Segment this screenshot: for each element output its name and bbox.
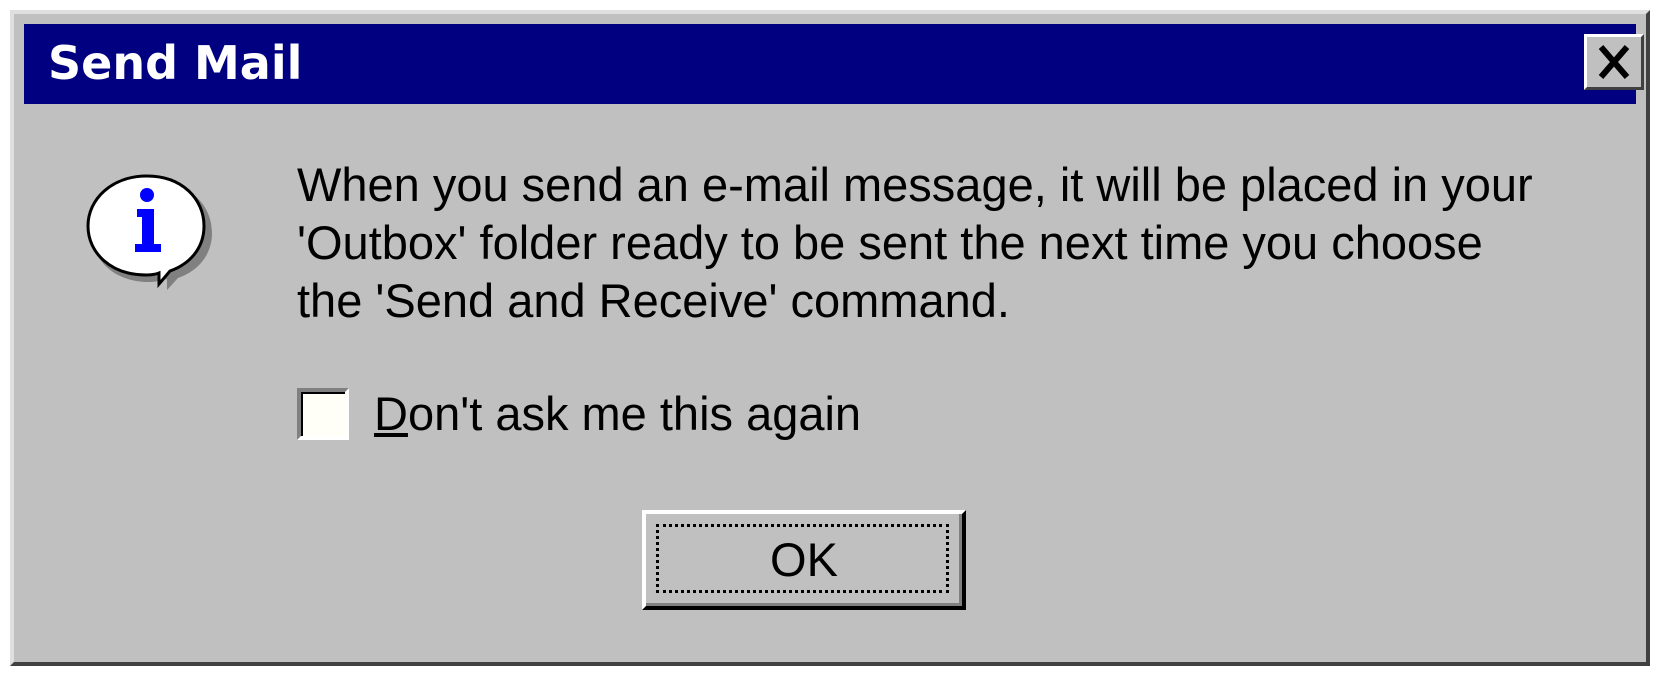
message-line: When you send an e-mail message, it will… <box>297 158 1533 211</box>
checkbox-label-text: on't ask me this again <box>407 387 862 440</box>
message-line: 'Outbox' folder ready to be sent the nex… <box>297 216 1483 269</box>
message-text: When you send an e-mail message, it will… <box>297 156 1597 330</box>
mnemonic-letter: D <box>374 387 408 440</box>
close-button[interactable] <box>1584 34 1644 90</box>
ok-button[interactable]: OK <box>642 510 966 610</box>
dont-ask-again-checkbox[interactable] <box>297 388 349 440</box>
close-icon <box>1598 45 1630 79</box>
dialog-title: Send Mail <box>48 36 303 90</box>
send-mail-dialog: Send Mail When you send an e-mail messag… <box>10 10 1650 666</box>
dont-ask-again-label[interactable]: Don't ask me this again <box>374 384 861 444</box>
message-line: the 'Send and Receive' command. <box>297 274 1010 327</box>
info-icon <box>86 174 212 290</box>
title-bar[interactable]: Send Mail <box>24 24 1644 104</box>
ok-label: OK <box>770 533 838 586</box>
